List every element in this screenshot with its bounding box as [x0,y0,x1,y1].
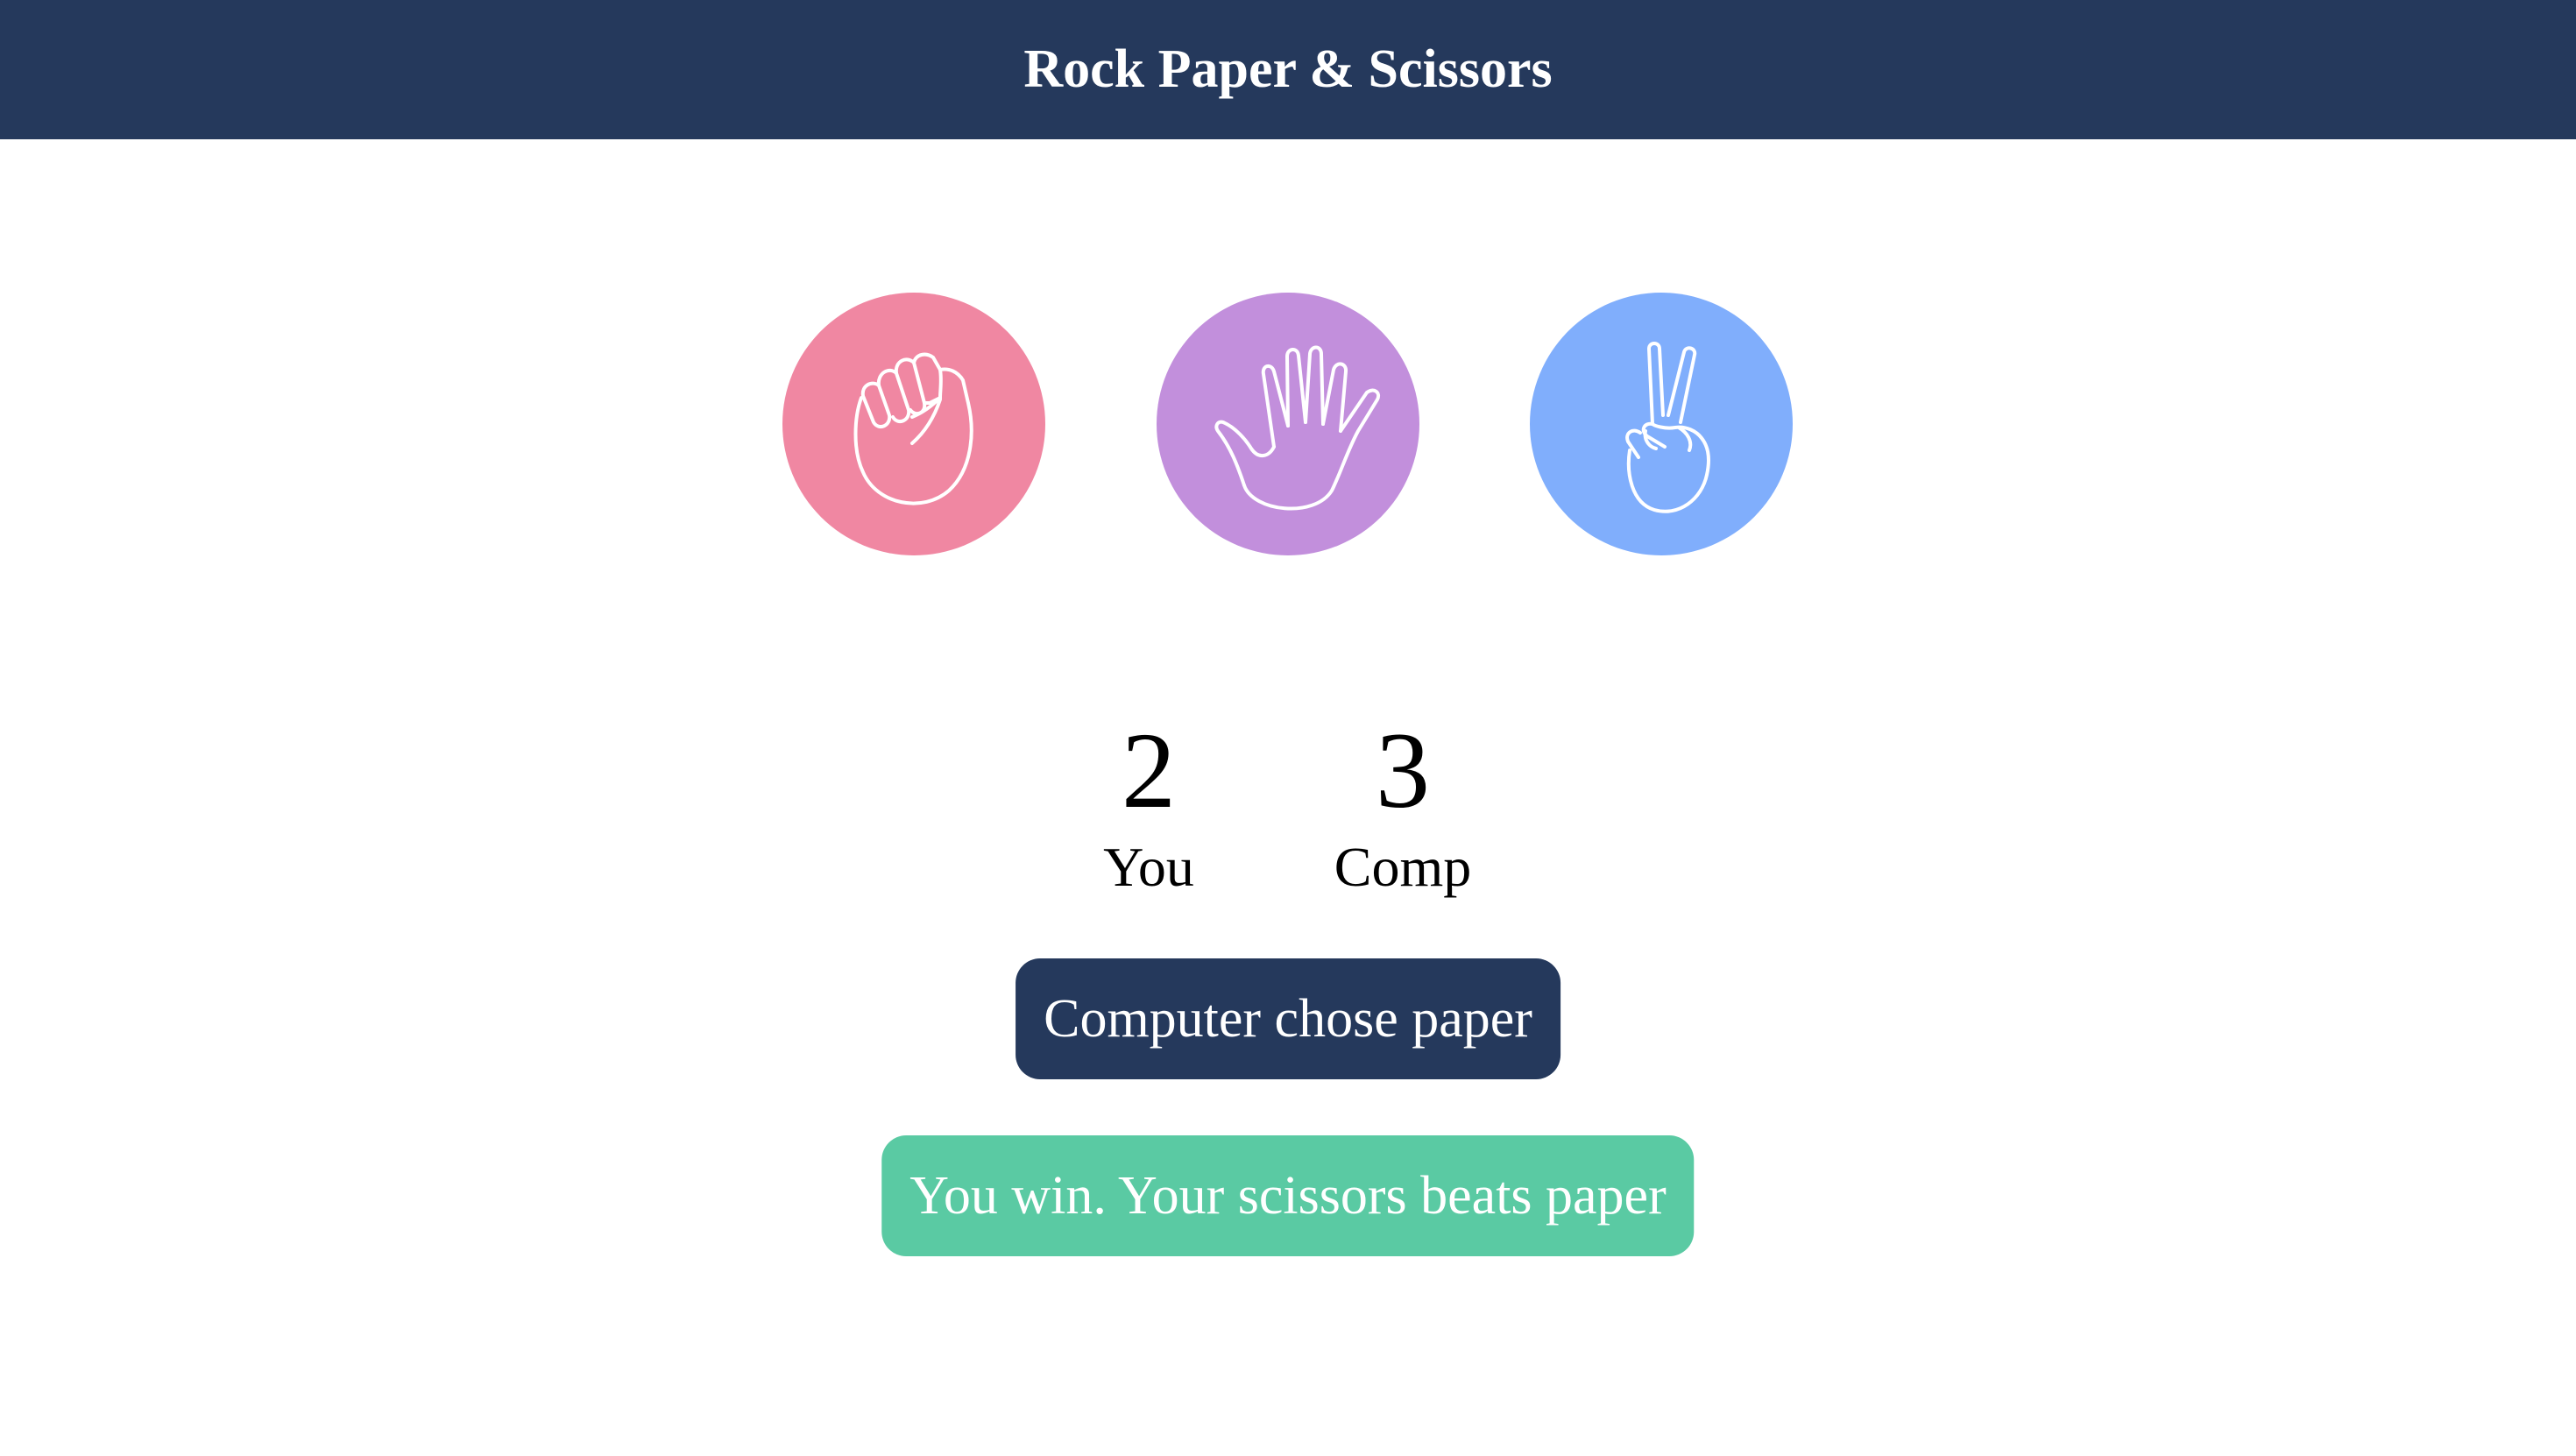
result-message: You win. Your scissors beats paper [881,1135,1695,1256]
open-hand-icon [1214,345,1380,511]
paper-button[interactable] [1157,293,1419,555]
player-score: 2 You [1052,710,1245,902]
fist-icon [853,352,973,505]
computer-score: 3 Comp [1306,710,1499,902]
choice-row [0,293,2576,555]
scissors-button[interactable] [1530,293,1793,555]
computer-score-value: 3 [1376,710,1430,830]
page-title: Rock Paper & Scissors [1023,39,1553,99]
player-score-label: You [1103,836,1194,898]
computer-score-label: Comp [1334,836,1472,898]
app-header: Rock Paper & Scissors [0,0,2576,139]
rock-button[interactable] [782,293,1045,555]
computer-choice-message: Computer chose paper [1016,958,1560,1079]
player-score-value: 2 [1122,710,1176,830]
peace-hand-icon [1625,342,1710,513]
